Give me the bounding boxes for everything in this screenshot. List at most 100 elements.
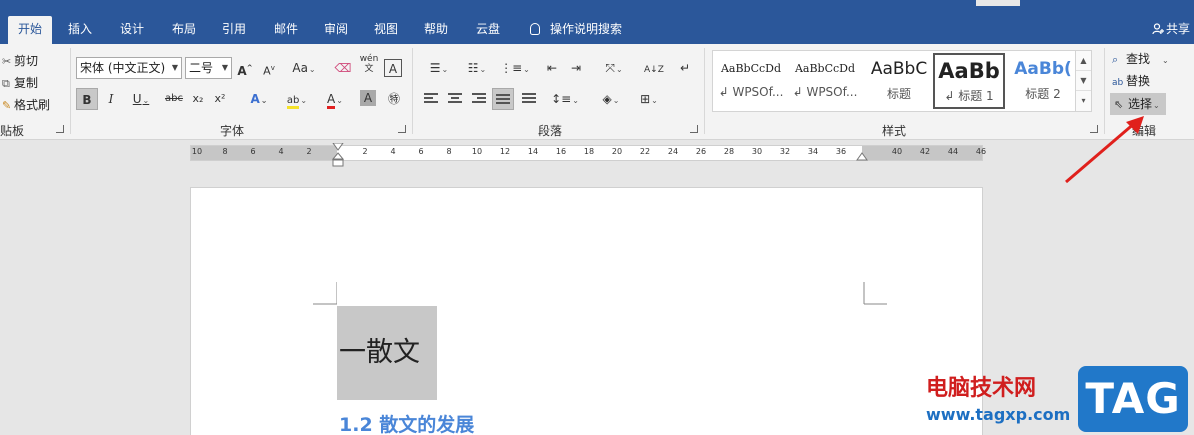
align-left-icon[interactable] — [424, 93, 438, 105]
numbering-button[interactable]: ☷⌄ — [460, 57, 494, 79]
justify-button[interactable] — [492, 88, 514, 110]
ruler-number: 14 — [527, 147, 539, 156]
horizontal-ruler[interactable]: 10 8 6 4 2 2 4 6 8 10 12 14 16 18 20 22 24 26 28 30 32 34 36 40… — [190, 143, 986, 167]
highlight-button[interactable]: ab⌄ — [282, 88, 312, 110]
tab-references[interactable]: 引用 — [212, 16, 256, 44]
borders-button[interactable]: ⊞⌄ — [632, 88, 666, 110]
tab-mailings[interactable]: 邮件 — [264, 16, 308, 44]
subscript-button[interactable]: x₂ — [188, 88, 208, 110]
grow-font-icon: A — [237, 64, 247, 78]
style-title[interactable]: AaBbC 标题 — [863, 53, 935, 109]
bullets-button[interactable]: ☰⌄ — [422, 57, 456, 79]
font-launcher-icon[interactable] — [398, 125, 406, 133]
search-icon: ⌕ — [1112, 53, 1119, 66]
ruler-number: 4 — [278, 147, 284, 156]
bold-button[interactable]: B — [76, 88, 98, 110]
tab-cloud[interactable]: 云盘 — [466, 16, 510, 44]
chevron-down-icon: ▼ — [171, 63, 178, 72]
shrink-font-icon: A — [263, 64, 271, 78]
line-spacing-button[interactable]: ↕≡⌄ — [548, 88, 582, 110]
account-stub[interactable] — [976, 0, 1020, 6]
ruler-number: 6 — [250, 147, 256, 156]
scroll-up-icon[interactable]: ▲ — [1076, 51, 1091, 71]
pilcrow-icon: ↵ — [679, 61, 691, 75]
tab-review[interactable]: 审阅 — [314, 16, 358, 44]
font-name-value: 宋体 (中文正文) — [80, 61, 166, 75]
tab-home[interactable]: 开始 — [8, 16, 52, 44]
show-formatting-marks-button[interactable]: ↵ — [676, 57, 694, 79]
font-name-combo[interactable]: 宋体 (中文正文) ▼ — [76, 57, 182, 79]
paragraph-launcher-icon[interactable] — [690, 125, 698, 133]
find-button[interactable]: ⌕ 查找 ⌄ — [1112, 48, 1169, 70]
sort-button[interactable]: A↓Z — [644, 57, 664, 79]
clear-formatting-button[interactable]: ⌫ — [334, 57, 352, 79]
style-sample: AaBb( — [1014, 59, 1072, 79]
borders-icon: ⊞ — [640, 92, 651, 106]
strikethrough-button[interactable]: abc — [162, 88, 186, 110]
ruler-number: 26 — [695, 147, 707, 156]
cut-label: 剪切 — [14, 54, 39, 68]
character-border-button[interactable]: A — [384, 59, 402, 77]
font-color-button[interactable]: A⌄ — [320, 88, 350, 110]
shrink-font-button[interactable]: Av — [260, 57, 278, 79]
align-center-icon[interactable] — [448, 93, 462, 105]
style-wpsoffice-2[interactable]: AaBbCcDd ↲ WPSOf... — [789, 53, 861, 109]
clipboard-launcher-icon[interactable] — [56, 125, 64, 133]
text-effects-button[interactable]: A⌄ — [244, 88, 274, 110]
more-styles-icon[interactable]: ▾ — [1076, 91, 1091, 111]
tab-help[interactable]: 帮助 — [414, 16, 458, 44]
tab-layout[interactable]: 布局 — [162, 16, 206, 44]
decrease-indent-button[interactable]: ⇤ — [542, 57, 562, 79]
lightbulb-icon — [530, 23, 540, 35]
copy-button[interactable]: ⧉ 复制 — [2, 74, 38, 91]
increase-indent-button[interactable]: ⇥ — [566, 57, 586, 79]
replace-button[interactable]: ab 替换 — [1112, 70, 1150, 92]
heading-1-text[interactable]: 一散文 — [337, 306, 437, 400]
change-case-button[interactable]: Aa⌄ — [286, 57, 322, 79]
style-name: 标题 2 — [1025, 87, 1061, 101]
enclose-character-button[interactable]: ㊕ — [384, 88, 404, 110]
style-wpsoffice-1[interactable]: AaBbCcDd ↲ WPSOf... — [715, 53, 787, 109]
tell-me-search[interactable]: 操作说明搜索 — [530, 16, 622, 44]
chinese-layout-button[interactable]: ⤧⌄ — [596, 57, 632, 79]
sort-icon: A↓Z — [644, 65, 664, 75]
italic-button[interactable]: I — [102, 88, 120, 110]
style-heading-1[interactable]: AaBb ↲ 标题 1 — [933, 53, 1005, 109]
share-button[interactable]: 共享 — [1152, 16, 1190, 44]
ruler-number: 2 — [362, 147, 368, 156]
distributed-icon[interactable] — [522, 93, 536, 105]
align-right-icon[interactable] — [472, 93, 486, 105]
style-heading-2[interactable]: AaBb( 标题 2 — [1007, 53, 1079, 109]
grow-font-button[interactable]: A^ — [236, 57, 254, 79]
find-label: 查找 — [1126, 52, 1151, 66]
heading-2-text[interactable]: 1.2 散文的发展 — [339, 410, 474, 435]
superscript-button[interactable]: x² — [210, 88, 230, 110]
highlighter-icon: ab — [286, 95, 300, 109]
character-shading-button[interactable]: A — [360, 90, 376, 106]
underline-button[interactable]: U⌄ — [124, 88, 158, 110]
phonetic-guide-button[interactable]: wén 文 — [358, 54, 380, 76]
ruler-number: 30 — [751, 147, 763, 156]
cut-button[interactable]: ✂ 剪切 — [2, 52, 38, 69]
indent-marker-icon[interactable] — [331, 143, 345, 169]
multilevel-list-button[interactable]: ⋮≡⌄ — [498, 57, 532, 79]
ruler-number: 44 — [947, 147, 959, 156]
right-indent-marker-icon[interactable] — [856, 152, 868, 162]
font-size-value: 二号 — [189, 61, 214, 75]
font-size-combo[interactable]: 二号 ▼ — [185, 57, 232, 79]
document-page[interactable]: 一散文 1.2 散文的发展 — [190, 187, 983, 435]
scroll-down-icon[interactable]: ▼ — [1076, 71, 1091, 91]
line-spacing-icon: ↕≡ — [551, 92, 572, 106]
style-sample: AaBbC — [870, 59, 928, 79]
numbering-icon: ☷ — [467, 61, 479, 75]
tab-view[interactable]: 视图 — [364, 16, 408, 44]
format-painter-button[interactable]: ✎ 格式刷 — [2, 96, 50, 113]
tab-insert[interactable]: 插入 — [60, 16, 100, 44]
shading-button[interactable]: ◈⌄ — [594, 88, 628, 110]
style-sample: AaBb — [938, 59, 1000, 83]
tab-design[interactable]: 设计 — [110, 16, 154, 44]
tag-logo: TAG — [1078, 366, 1188, 432]
paintbrush-icon: ✎ — [2, 99, 12, 112]
person-plus-icon — [1152, 23, 1164, 35]
change-case-icon: Aa — [292, 61, 308, 75]
